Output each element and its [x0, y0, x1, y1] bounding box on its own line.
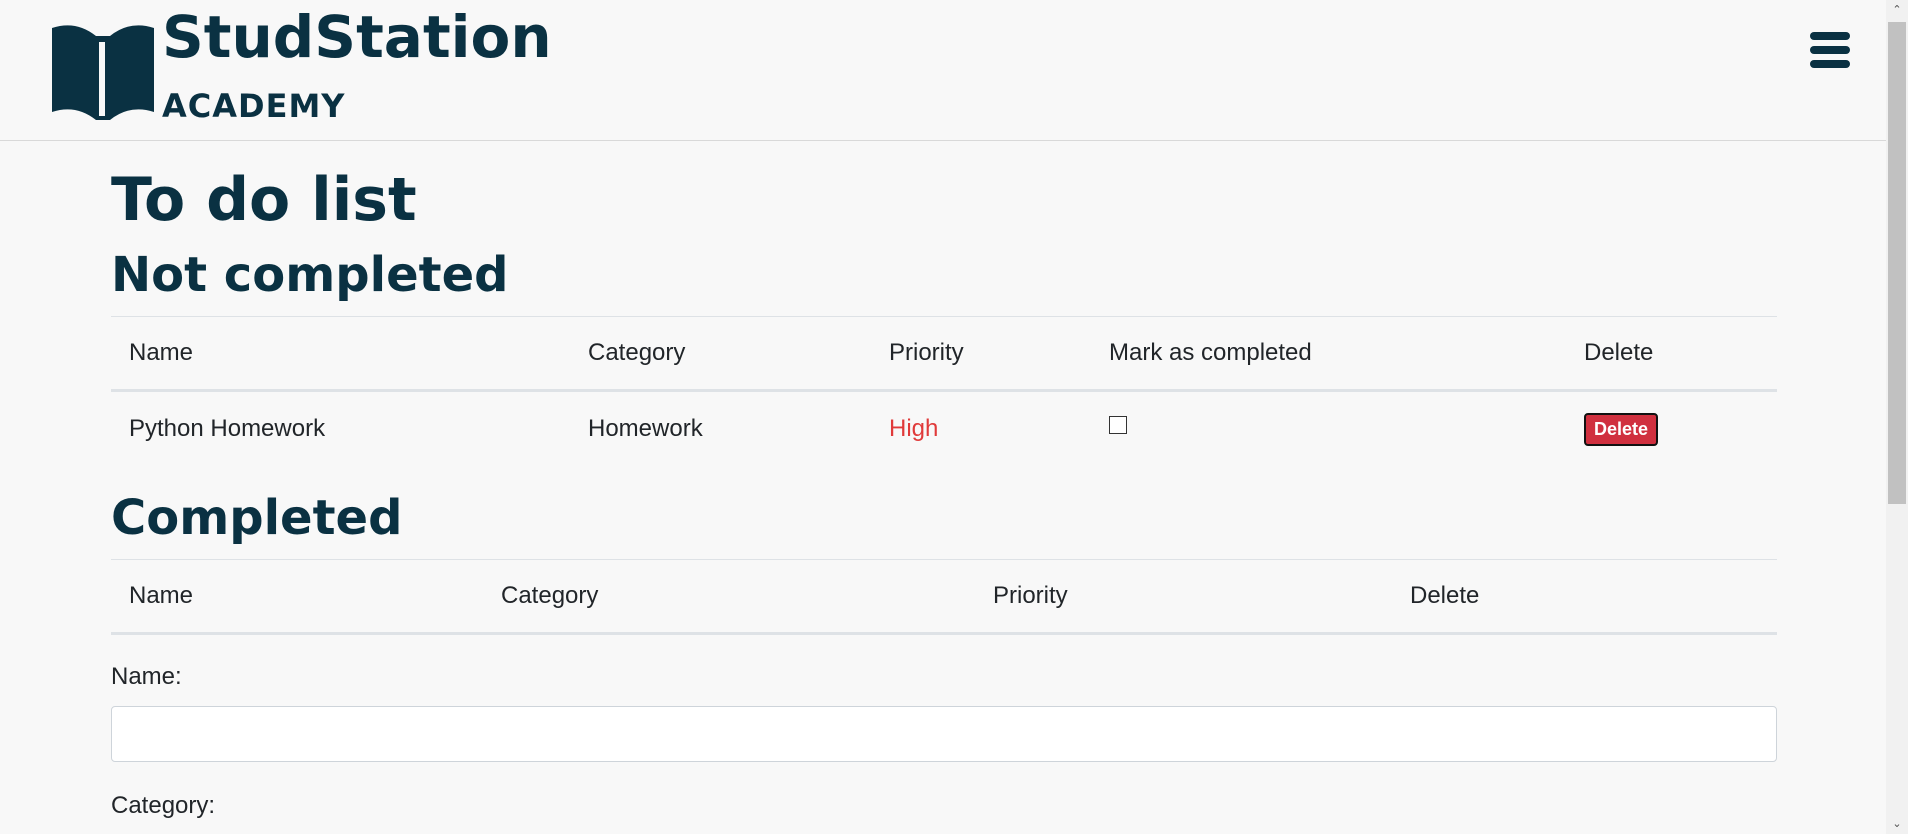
brand-name: StudStation: [162, 3, 552, 71]
scroll-up-arrow-icon[interactable]: ⌃: [1886, 0, 1908, 20]
delete-button[interactable]: Delete: [1584, 412, 1659, 446]
completed-heading: Completed: [111, 490, 403, 546]
not-completed-heading: Not completed: [111, 247, 509, 303]
column-header-priority: Priority: [871, 316, 1091, 392]
column-header-category: Category: [483, 559, 975, 635]
task-category: Homework: [588, 415, 703, 443]
scrollbar-thumb[interactable]: [1888, 22, 1906, 504]
column-header-name: Name: [111, 316, 570, 392]
open-book-icon: [52, 25, 154, 121]
column-header-category: Category: [570, 316, 871, 392]
column-header-delete: Delete: [1392, 559, 1777, 635]
delete-cell: Delete: [1566, 391, 1777, 467]
brand-subtitle: ACADEMY: [162, 87, 346, 125]
table-header-row: Name Category Priority Delete: [111, 559, 1777, 635]
column-header-mark-completed: Mark as completed: [1091, 316, 1566, 392]
page-title: To do list: [111, 165, 417, 235]
name-field-label: Name:: [111, 663, 182, 690]
not-completed-table: Name Category Priority Mark as completed…: [111, 316, 1777, 467]
task-name: Python Homework: [129, 415, 326, 443]
site-header: StudStation ACADEMY: [0, 0, 1886, 141]
column-header-priority: Priority: [975, 559, 1392, 635]
vertical-scrollbar[interactable]: ⌃ ⌄: [1886, 0, 1908, 834]
brand-logo[interactable]: StudStation ACADEMY: [48, 4, 552, 130]
column-header-delete: Delete: [1566, 316, 1777, 392]
task-priority: High: [889, 415, 939, 443]
mark-completed-checkbox[interactable]: [1109, 415, 1127, 434]
mark-completed-cell: [1091, 391, 1566, 467]
completed-table: Name Category Priority Delete: [111, 559, 1777, 635]
scroll-down-arrow-icon[interactable]: ⌄: [1886, 814, 1908, 834]
column-header-name: Name: [111, 559, 483, 635]
hamburger-menu-icon[interactable]: [1810, 32, 1850, 68]
category-field-label: Category:: [111, 792, 216, 819]
table-header-row: Name Category Priority Mark as completed…: [111, 316, 1777, 392]
table-row: Python Homework Homework High Delete: [111, 391, 1777, 467]
name-input[interactable]: [111, 706, 1777, 762]
